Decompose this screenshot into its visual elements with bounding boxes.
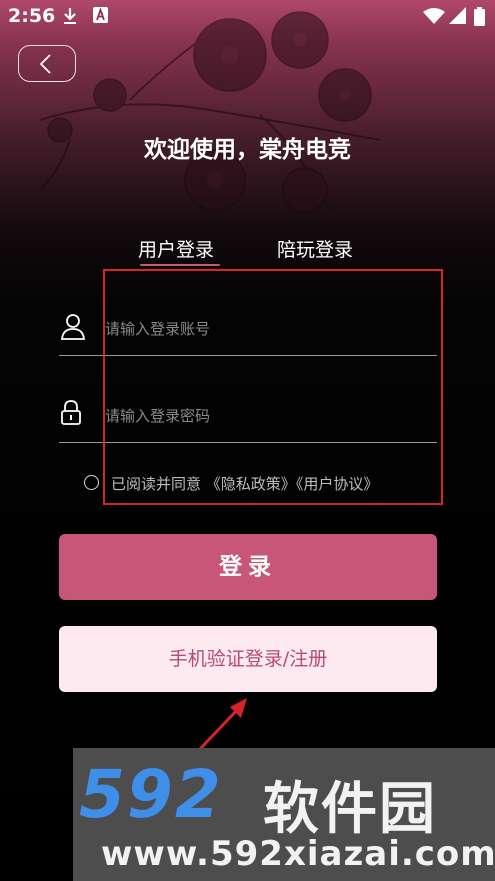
agreement-checkbox[interactable] <box>84 475 99 490</box>
download-icon <box>64 8 76 24</box>
chevron-left-icon <box>39 54 51 74</box>
user-icon <box>61 314 85 340</box>
status-bar: 2:56 <box>0 0 495 34</box>
cellular-icon <box>449 7 466 24</box>
wifi-icon <box>423 8 445 24</box>
status-time: 2:56 <box>8 5 56 27</box>
a-badge-icon <box>93 7 108 23</box>
annotation-arrow-icon <box>198 698 247 751</box>
watermark-number: 592 <box>79 756 223 833</box>
tab-user-login[interactable]: 用户登录 <box>138 235 214 262</box>
tab-companion-login[interactable]: 陪玩登录 <box>277 235 353 262</box>
watermark-name: 软件园 <box>263 777 437 842</box>
back-button[interactable] <box>18 45 76 82</box>
annotation-highlight-box <box>103 269 443 505</box>
battery-icon <box>474 7 485 26</box>
welcome-title: 欢迎使用，棠舟电竞 <box>144 137 351 163</box>
watermark-url: www.592xiazai.com <box>101 834 495 874</box>
login-button[interactable]: 登录 <box>59 534 437 600</box>
phone-login-register-button[interactable]: 手机验证登录/注册 <box>59 626 437 692</box>
watermark-banner: 592 软件园 www.592xiazai.com <box>73 748 495 881</box>
lock-icon <box>61 400 81 425</box>
tab-active-indicator <box>140 264 220 266</box>
